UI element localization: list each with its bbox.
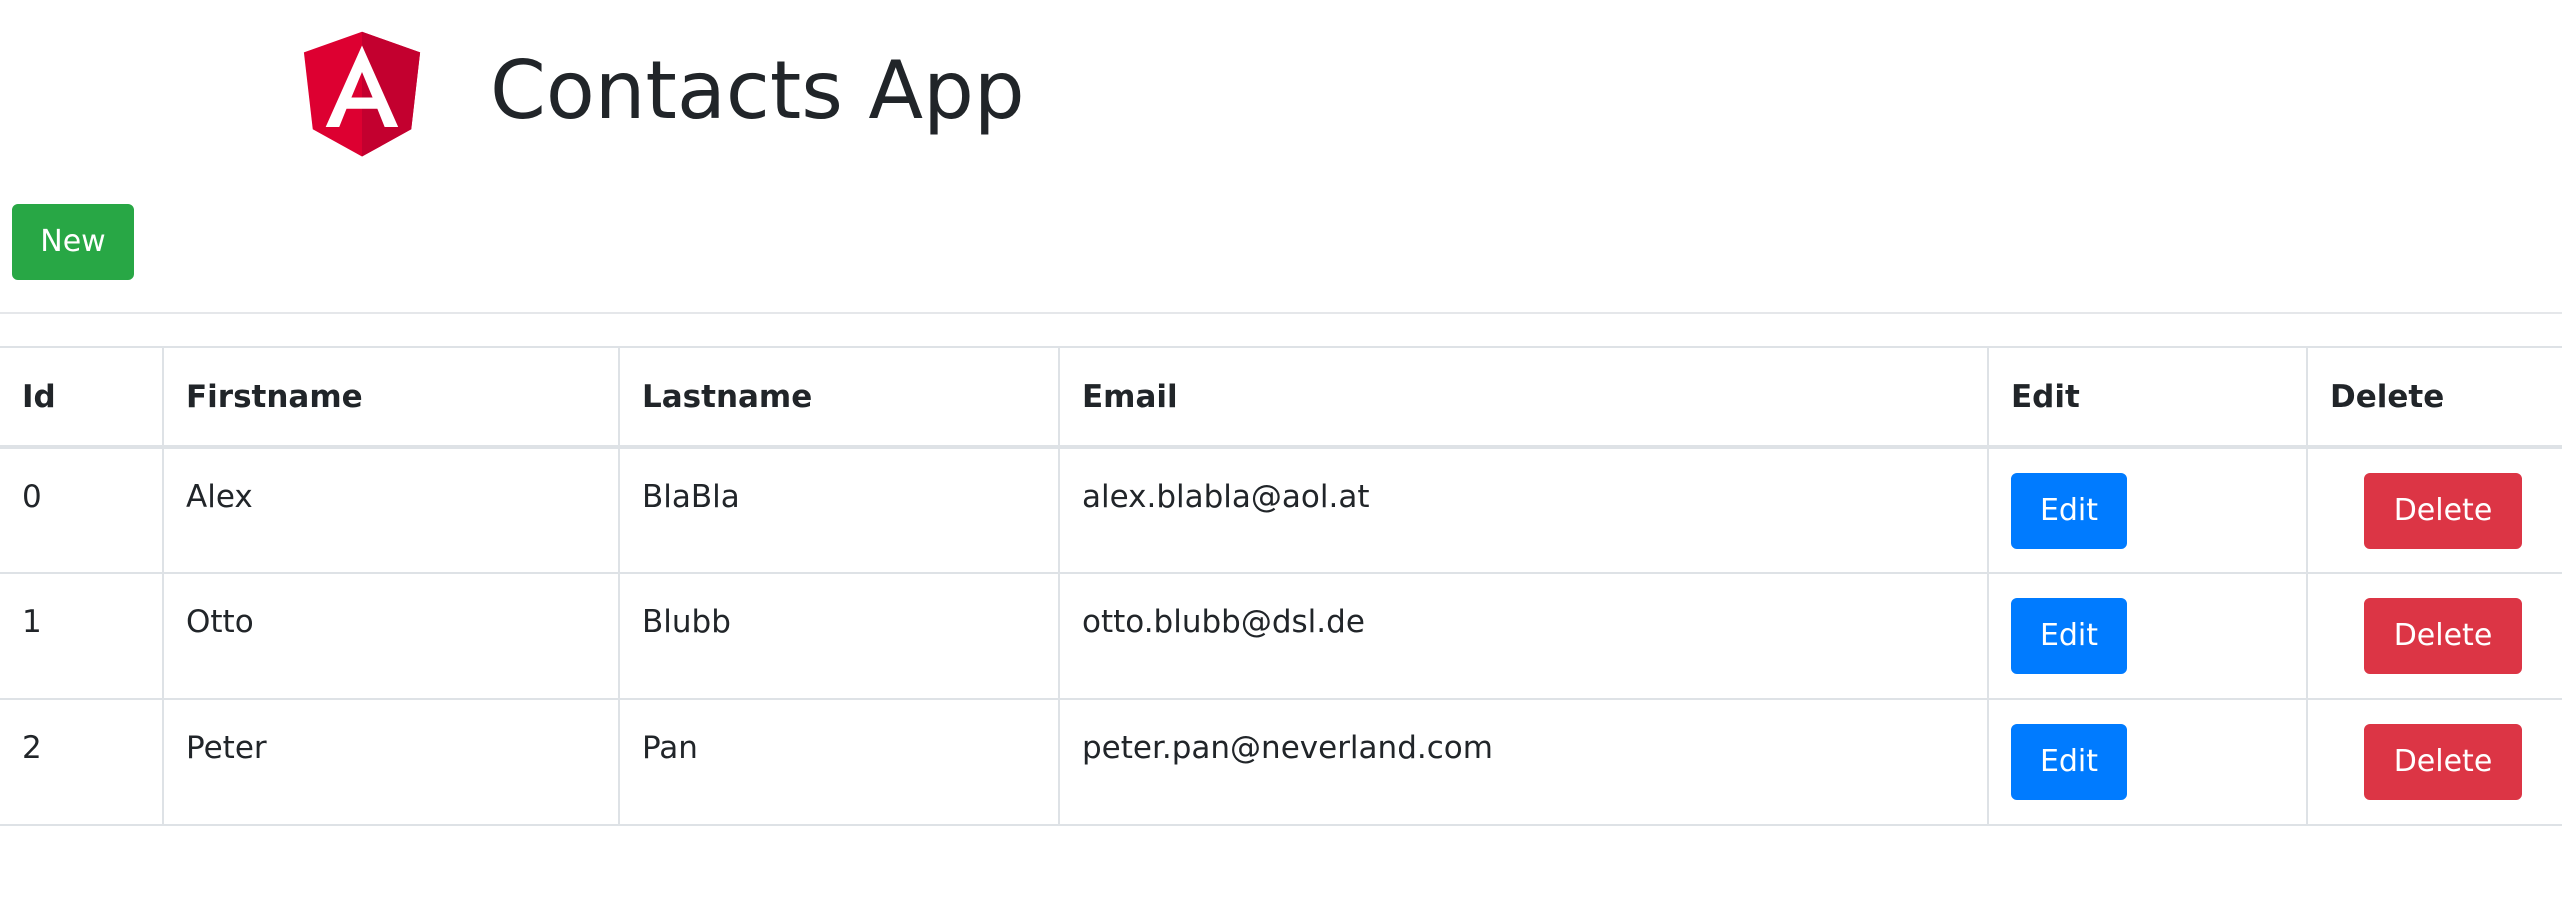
cell-lastname: BlaBla [618, 446, 1060, 574]
contacts-table-container: Id Firstname Lastname Email Edit Delete … [0, 346, 2562, 826]
column-header-delete: Delete [2306, 346, 2562, 449]
table-row: 0 Alex BlaBla alex.blabla@aol.at Edit De… [0, 446, 2562, 574]
column-header-firstname: Firstname [162, 346, 620, 449]
edit-button[interactable]: Edit [2011, 724, 2127, 800]
cell-lastname: Blubb [618, 572, 1060, 700]
delete-button[interactable]: Delete [2364, 724, 2522, 800]
cell-email: alex.blabla@aol.at [1058, 446, 1989, 574]
table-row: 2 Peter Pan peter.pan@neverland.com Edit… [0, 698, 2562, 826]
delete-button[interactable]: Delete [2364, 598, 2522, 674]
edit-button[interactable]: Edit [2011, 473, 2127, 549]
cell-email: otto.blubb@dsl.de [1058, 572, 1989, 700]
cell-delete: Delete [2306, 446, 2562, 574]
cell-lastname: Pan [618, 698, 1060, 826]
column-header-edit: Edit [1987, 346, 2308, 449]
cell-id: 0 [0, 446, 164, 574]
cell-edit: Edit [1987, 698, 2308, 826]
divider [0, 312, 2562, 314]
new-contact-button[interactable]: New [12, 204, 134, 280]
cell-id: 1 [0, 572, 164, 700]
cell-delete: Delete [2306, 698, 2562, 826]
cell-edit: Edit [1987, 572, 2308, 700]
angular-logo-icon [303, 31, 421, 157]
cell-delete: Delete [2306, 572, 2562, 700]
cell-firstname: Otto [162, 572, 620, 700]
cell-firstname: Peter [162, 698, 620, 826]
table-row: 1 Otto Blubb otto.blubb@dsl.de Edit Dele… [0, 572, 2562, 700]
contacts-app: Contacts App New Id Firstname Lastname E… [0, 0, 2562, 908]
app-title: Contacts App [490, 44, 1025, 137]
app-header: Contacts App [284, 10, 1025, 172]
delete-button[interactable]: Delete [2364, 473, 2522, 549]
column-header-email: Email [1058, 346, 1989, 449]
edit-button[interactable]: Edit [2011, 598, 2127, 674]
column-header-id: Id [0, 346, 164, 449]
contacts-table: Id Firstname Lastname Email Edit Delete … [0, 346, 2562, 826]
cell-id: 2 [0, 698, 164, 826]
cell-email: peter.pan@neverland.com [1058, 698, 1989, 826]
cell-firstname: Alex [162, 446, 620, 574]
column-header-lastname: Lastname [618, 346, 1060, 449]
table-header-row: Id Firstname Lastname Email Edit Delete [0, 346, 2562, 449]
cell-edit: Edit [1987, 446, 2308, 574]
